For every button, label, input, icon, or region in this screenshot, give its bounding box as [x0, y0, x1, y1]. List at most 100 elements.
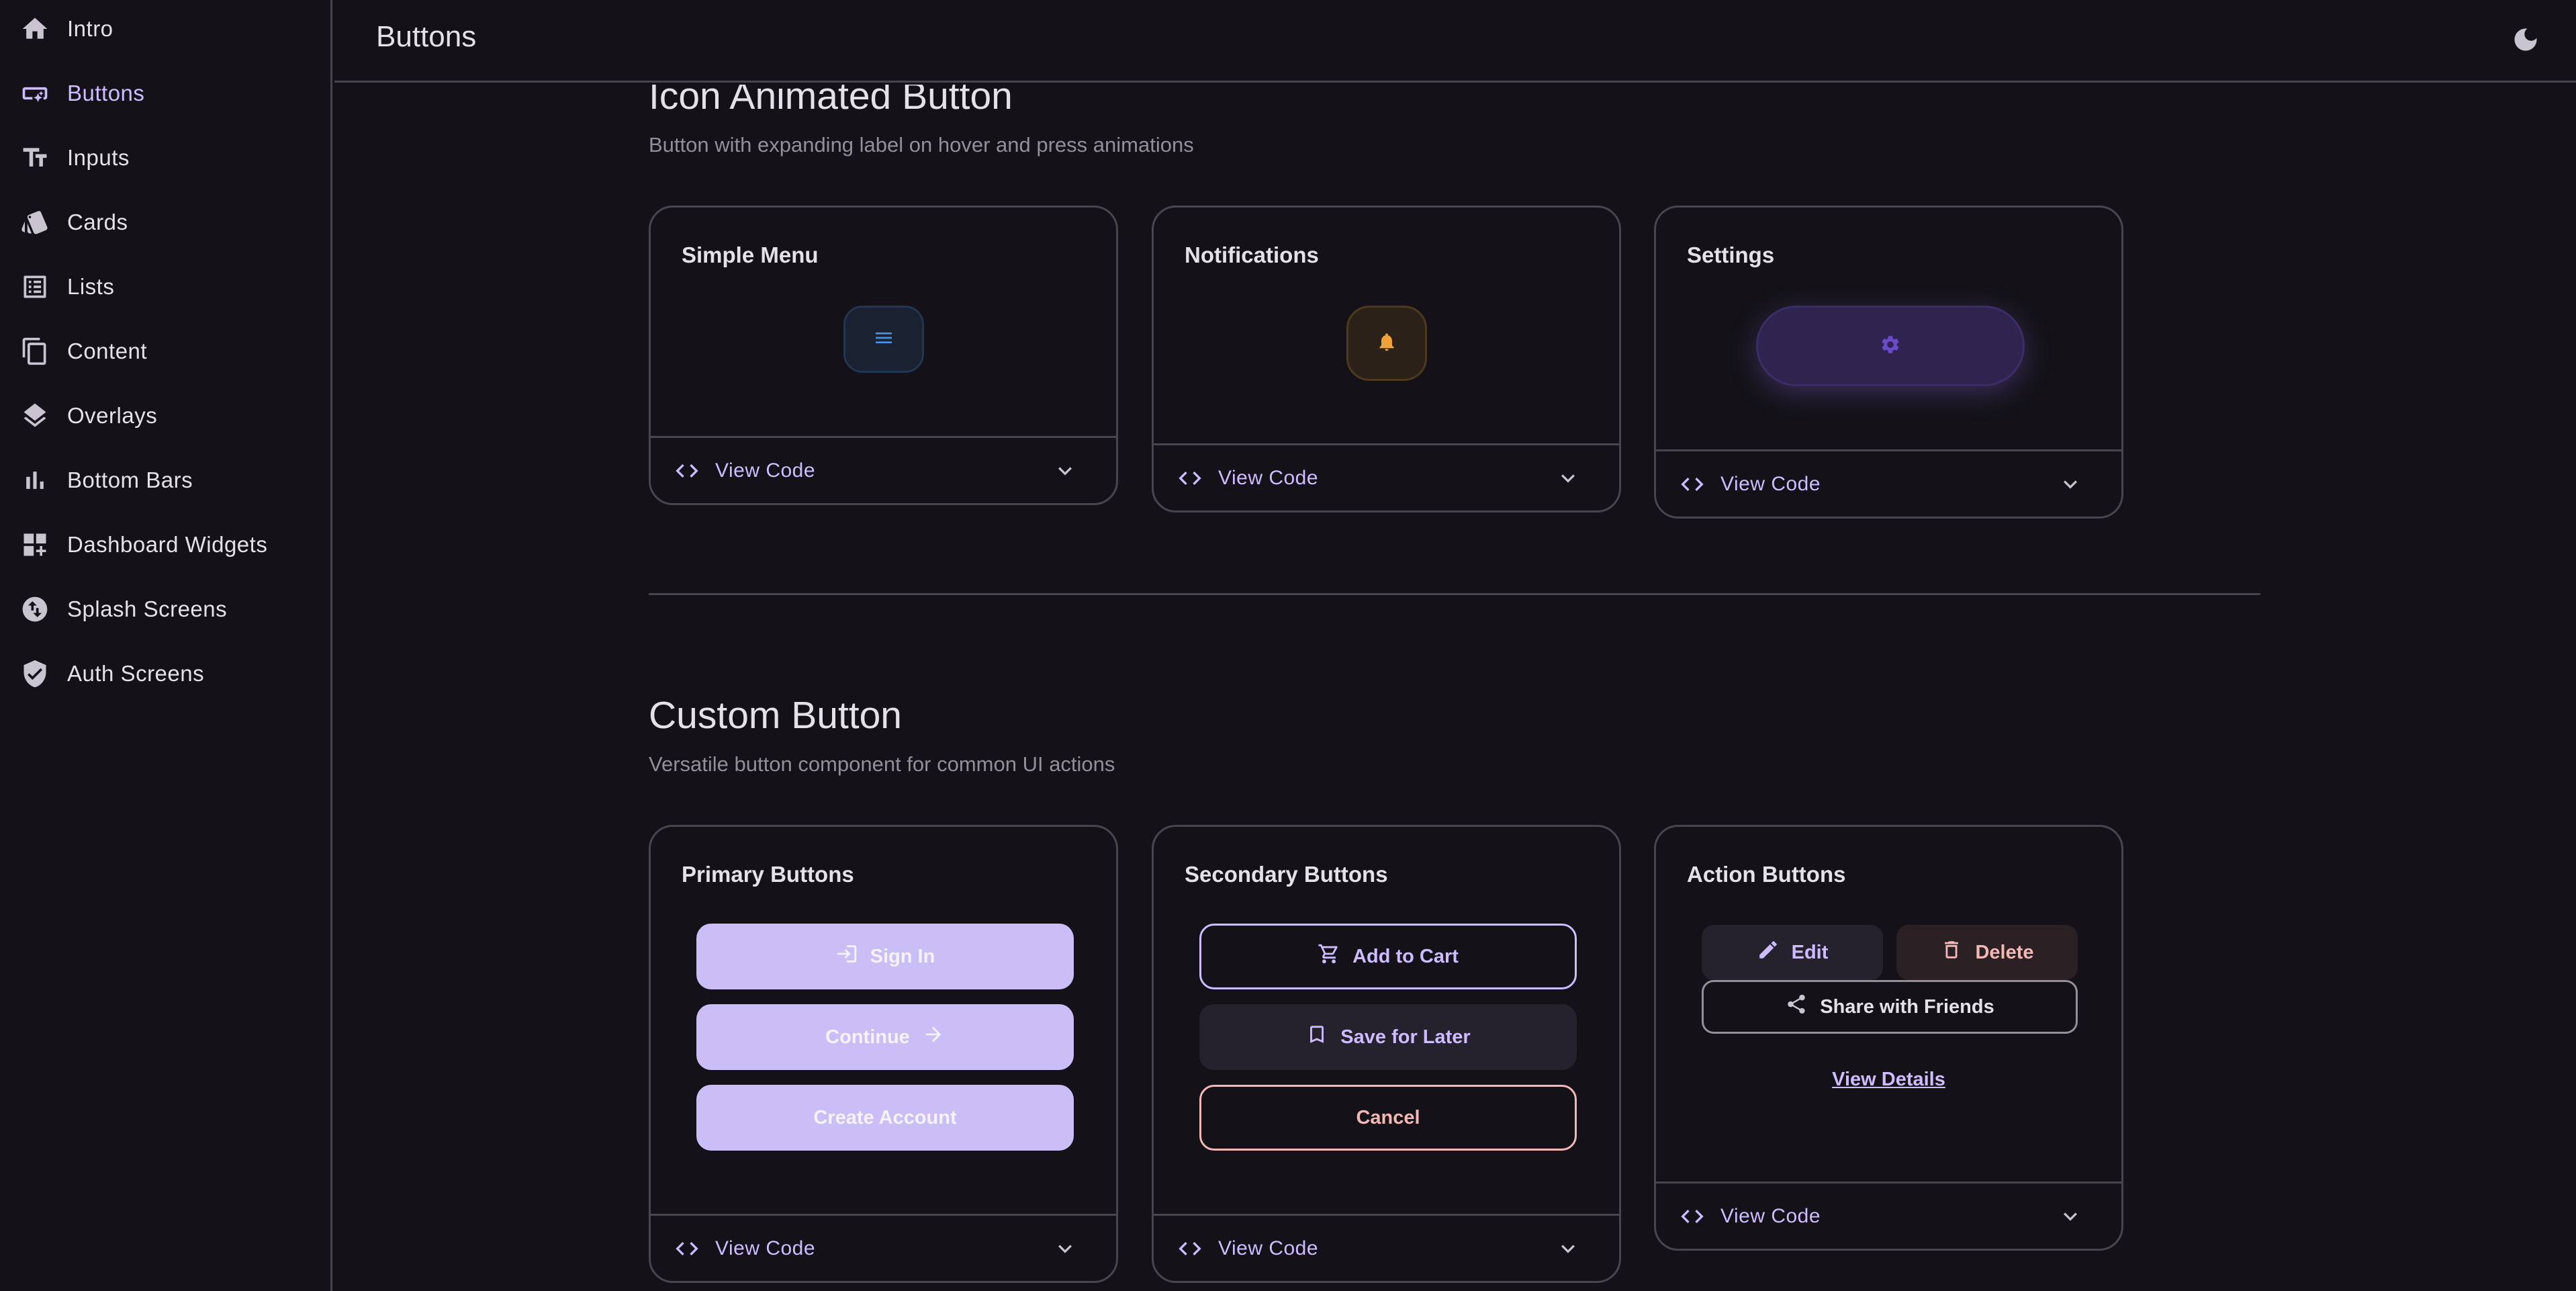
trash-icon [1940, 938, 1963, 967]
create-account-button[interactable]: Create Account [696, 1085, 1074, 1151]
dashboard-add-icon [20, 530, 50, 560]
button-label: Add to Cart [1352, 945, 1459, 967]
layers-icon [20, 401, 50, 431]
view-code-label: View Code [1218, 466, 1319, 489]
view-code-toggle[interactable]: View Code [651, 436, 1116, 503]
cards-icon [20, 208, 50, 237]
chevron-down-icon [1555, 465, 1581, 492]
demo-card-secondary-buttons: Secondary Buttons Add to Cart Save for L… [1152, 825, 1621, 1283]
card-title: Secondary Buttons [1185, 862, 1388, 887]
sidebar-item-auth-screens[interactable]: Auth Screens [0, 641, 329, 706]
card-title: Action Buttons [1687, 862, 1846, 887]
card-title: Primary Buttons [682, 862, 854, 887]
view-code-label: View Code [715, 459, 816, 482]
sidebar-item-dashboard-widgets[interactable]: Dashboard Widgets [0, 513, 329, 577]
page-title: Buttons [376, 20, 477, 53]
demo-card-primary-buttons: Primary Buttons Sign In Continue Create … [649, 825, 1118, 1283]
demo-card-action-buttons: Action Buttons Edit Delete Share with Fr… [1654, 825, 2123, 1251]
sidebar-item-splash-screens[interactable]: Splash Screens [0, 577, 329, 641]
theme-toggle-button[interactable] [2509, 24, 2542, 58]
bell-icon [1376, 331, 1397, 356]
main-content: Icon Animated Button Button with expandi… [334, 85, 2576, 1291]
view-code-toggle[interactable]: View Code [1154, 443, 1619, 510]
cart-icon [1318, 942, 1340, 971]
demo-card-notifications: Notifications View Code [1152, 206, 1621, 513]
delete-button[interactable]: Delete [1896, 925, 2078, 980]
sidebar: Intro Buttons Inputs Cards Lists Content… [0, 0, 332, 1291]
share-icon [1785, 993, 1808, 1021]
button-label: Continue [825, 1026, 910, 1048]
sidebar-item-bottom-bars[interactable]: Bottom Bars [0, 448, 329, 513]
code-icon [1679, 471, 1706, 498]
chevron-down-icon [1555, 1235, 1581, 1262]
list-icon [20, 272, 50, 302]
continue-button[interactable]: Continue [696, 1004, 1074, 1070]
code-icon [674, 1235, 700, 1262]
text-fields-icon [20, 143, 50, 173]
view-code-label: View Code [1720, 472, 1821, 495]
settings-button[interactable] [1756, 306, 2025, 386]
view-details-link[interactable]: View Details [1656, 1069, 2121, 1091]
card-title: Settings [1687, 242, 1775, 267]
home-icon [20, 14, 50, 44]
card-title: Simple Menu [682, 242, 819, 267]
add-to-cart-button[interactable]: Add to Cart [1199, 924, 1577, 989]
view-code-toggle[interactable]: View Code [651, 1214, 1116, 1281]
sidebar-item-label: Splash Screens [67, 596, 228, 621]
top-app-bar: Buttons [334, 0, 2576, 83]
cancel-button[interactable]: Cancel [1199, 1085, 1577, 1151]
sidebar-item-label: Dashboard Widgets [67, 532, 268, 557]
view-code-toggle[interactable]: View Code [1656, 1182, 2121, 1249]
chevron-down-icon [1052, 457, 1078, 484]
sidebar-item-label: Overlays [67, 403, 158, 428]
moon-icon [2511, 25, 2540, 58]
sidebar-item-cards[interactable]: Cards [0, 190, 329, 255]
sign-in-button[interactable]: Sign In [696, 924, 1074, 989]
sidebar-item-label: Auth Screens [67, 661, 205, 686]
button-label: Cancel [1356, 1106, 1420, 1128]
section-subtitle: Button with expanding label on hover and… [649, 133, 1194, 157]
sidebar-item-label: Buttons [67, 81, 145, 105]
sidebar-item-buttons[interactable]: Buttons [0, 61, 329, 126]
login-icon [835, 942, 858, 971]
share-with-friends-button[interactable]: Share with Friends [1702, 980, 2078, 1034]
button-label: Save for Later [1340, 1026, 1471, 1048]
code-icon [1177, 1235, 1203, 1262]
demo-card-simple-menu: Simple Menu View Code [649, 206, 1118, 505]
button-label: Delete [1975, 941, 2034, 963]
view-code-label: View Code [1720, 1204, 1821, 1227]
sidebar-item-label: Content [67, 339, 148, 363]
code-icon [674, 457, 700, 484]
sidebar-item-label: Bottom Bars [67, 468, 193, 492]
bookmark-icon [1305, 1023, 1328, 1051]
button-label: Create Account [813, 1106, 957, 1128]
notifications-button[interactable] [1346, 306, 1427, 381]
sidebar-item-inputs[interactable]: Inputs [0, 126, 329, 190]
swap-vertical-icon [20, 594, 50, 624]
sidebar-item-label: Intro [67, 16, 113, 41]
view-code-toggle[interactable]: View Code [1656, 449, 2121, 517]
gear-icon [1880, 334, 1901, 359]
sidebar-item-lists[interactable]: Lists [0, 255, 329, 319]
bar-chart-icon [20, 465, 50, 495]
code-icon [1177, 465, 1203, 492]
simple-menu-button[interactable] [843, 306, 924, 373]
button-label: Share with Friends [1820, 995, 1994, 1018]
sidebar-item-overlays[interactable]: Overlays [0, 384, 329, 448]
button-label: Edit [1791, 941, 1829, 963]
sidebar-item-content[interactable]: Content [0, 319, 329, 384]
sidebar-item-label: Lists [67, 274, 115, 299]
section-title-custom-button: Custom Button [649, 694, 903, 737]
chevron-down-icon [2057, 471, 2084, 498]
section-divider [649, 593, 2260, 595]
save-for-later-button[interactable]: Save for Later [1199, 1004, 1577, 1070]
button-label: Sign In [870, 945, 935, 967]
menu-icon [873, 327, 894, 352]
smart-button-icon [20, 79, 50, 108]
sidebar-item-intro[interactable]: Intro [0, 0, 329, 61]
edit-button[interactable]: Edit [1702, 925, 1883, 980]
view-code-toggle[interactable]: View Code [1154, 1214, 1619, 1281]
chevron-down-icon [1052, 1235, 1078, 1262]
sidebar-item-label: Inputs [67, 145, 130, 170]
sidebar-item-label: Cards [67, 210, 128, 234]
